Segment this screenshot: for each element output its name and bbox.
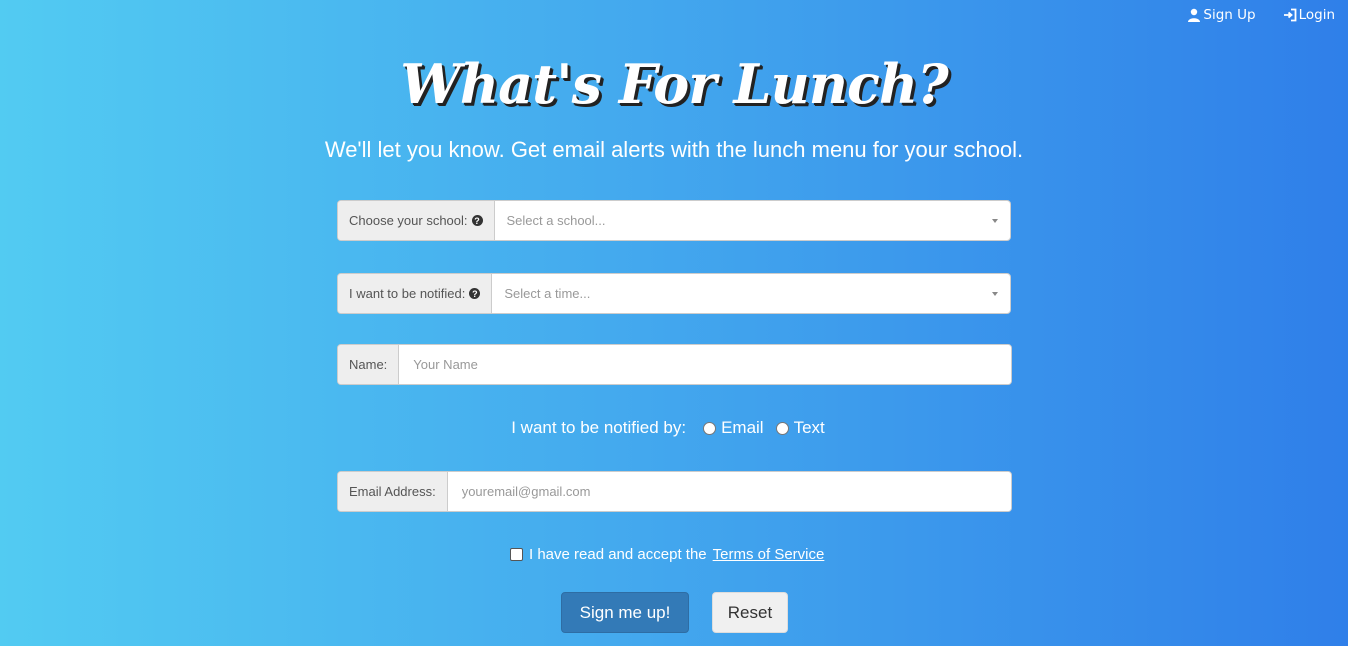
- time-field: I want to be notified: ? Select a time..…: [337, 273, 1011, 314]
- notify-email-option[interactable]: Email: [703, 418, 764, 438]
- email-input[interactable]: [447, 472, 1011, 511]
- time-label: I want to be notified:: [349, 286, 466, 301]
- signup-link[interactable]: Sign Up: [1187, 7, 1256, 23]
- time-select-placeholder: Select a time...: [504, 286, 591, 301]
- school-select-placeholder: Select a school...: [506, 213, 606, 228]
- school-label: Choose your school:: [349, 213, 468, 228]
- school-addon: Choose your school: ?: [338, 201, 495, 240]
- terms-row: I have read and accept the Terms of Serv…: [510, 546, 824, 563]
- help-icon[interactable]: ?: [471, 215, 483, 226]
- chevron-down-icon: [992, 291, 998, 296]
- login-label: Login: [1298, 7, 1335, 23]
- time-select[interactable]: Select a time...: [492, 274, 1010, 313]
- notify-by-group: I want to be notified by: Email Text: [0, 418, 1348, 438]
- signup-label: Sign Up: [1203, 7, 1256, 23]
- login-icon: [1283, 8, 1296, 22]
- school-field: Choose your school: ? Select a school...: [337, 200, 1011, 241]
- help-icon[interactable]: ?: [469, 288, 481, 299]
- name-label: Name:: [338, 345, 400, 384]
- email-radio[interactable]: [703, 421, 717, 435]
- page-title: What's For Lunch?: [400, 52, 949, 116]
- terms-checkbox[interactable]: [510, 548, 523, 561]
- user-icon: [1188, 8, 1201, 22]
- terms-link[interactable]: Terms of Service: [713, 546, 825, 563]
- reset-button[interactable]: Reset: [712, 592, 788, 633]
- sign-up-button[interactable]: Sign me up!: [561, 592, 689, 633]
- email-field: Email Address:: [337, 471, 1012, 512]
- page-subtitle: We'll let you know. Get email alerts wit…: [324, 137, 1024, 162]
- notify-by-label: I want to be notified by:: [511, 418, 687, 437]
- text-radio-label: Text: [793, 418, 825, 437]
- school-select[interactable]: Select a school...: [495, 201, 1010, 240]
- email-radio-label: Email: [721, 418, 764, 437]
- name-field: Name:: [337, 344, 1012, 385]
- top-nav: Sign Up Login: [1187, 7, 1335, 23]
- name-input[interactable]: [399, 345, 1011, 384]
- chevron-down-icon: [992, 218, 998, 223]
- text-radio[interactable]: [775, 421, 789, 435]
- time-addon: I want to be notified: ?: [338, 274, 493, 313]
- notify-text-option[interactable]: Text: [775, 418, 825, 438]
- login-link[interactable]: Login: [1283, 7, 1335, 23]
- terms-text: I have read and accept the: [529, 546, 707, 563]
- email-label: Email Address:: [338, 472, 448, 511]
